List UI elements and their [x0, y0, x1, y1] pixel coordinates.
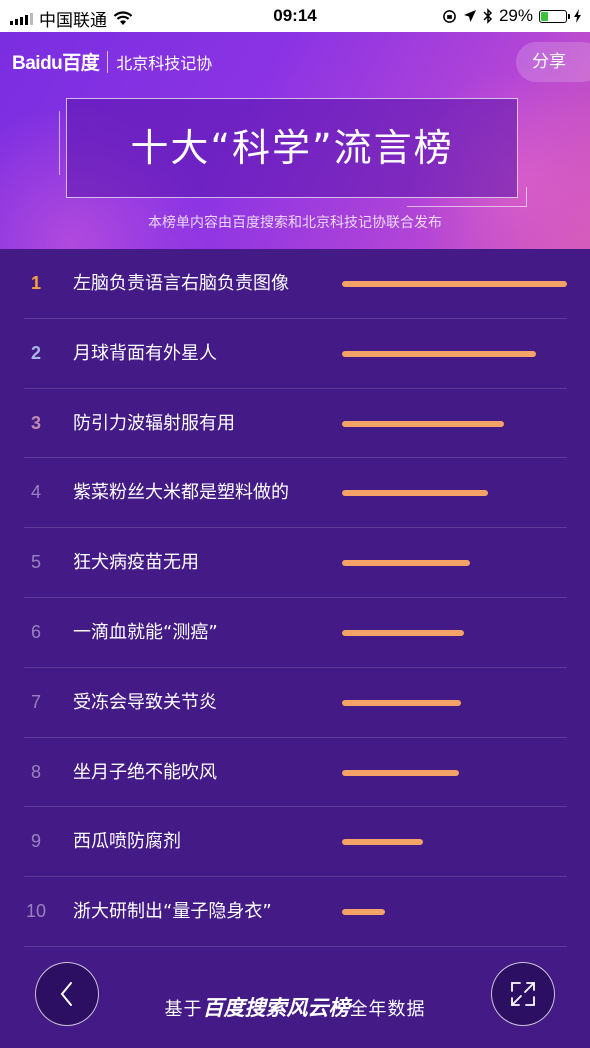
popularity-bar: [342, 281, 567, 287]
status-right: 29%: [442, 6, 582, 26]
popularity-bar: [342, 839, 423, 846]
rank-number: 2: [30, 342, 41, 363]
header-banner: Baidu百度 北京科技记协 分享 十大“科学”流言榜 本榜单内容由百度搜索和北…: [0, 32, 590, 249]
rumor-label: 西瓜喷防腐剂: [73, 831, 181, 853]
title-frame: 十大“科学”流言榜: [59, 98, 527, 207]
popularity-bar: [342, 699, 461, 706]
rank-number: 4: [30, 482, 41, 503]
popularity-bar: [342, 629, 464, 636]
baidu-logo: Baidu百度: [12, 53, 100, 74]
popularity-bar: [342, 909, 385, 916]
brand-divider: [107, 50, 109, 73]
rumor-label: 防引力波辐射服有用: [73, 412, 235, 434]
rank-number: 5: [30, 552, 41, 573]
list-item[interactable]: 3 防引力波辐射服有用: [24, 389, 567, 459]
rumor-label: 狂犬病疫苗无用: [73, 552, 199, 574]
list-item[interactable]: 1 左脑负责语言右脑负责图像: [24, 249, 567, 319]
frame-decoration: [59, 111, 67, 175]
list-item[interactable]: 7 受冻会导致关节炎: [24, 668, 567, 738]
rumor-label: 月球背面有外星人: [73, 342, 217, 364]
popularity-bar: [342, 560, 470, 567]
footer-suffix: 全年数据: [349, 999, 426, 1020]
bluetooth-icon: [483, 8, 493, 24]
rank-number: 3: [30, 412, 41, 433]
battery-percent: 29%: [498, 6, 533, 25]
rank-number: 10: [25, 901, 47, 922]
footer-prefix: 基于: [164, 999, 203, 1020]
rank-number: 7: [30, 691, 41, 712]
rumor-list: 1 左脑负责语言右脑负责图像 2 月球背面有外星人 3 防引力波辐射服有用 4 紫菜粉丝大米都…: [0, 249, 590, 947]
location-icon: [463, 10, 476, 22]
rumor-label: 受冻会导致关节炎: [73, 691, 217, 713]
list-item[interactable]: 10 浙大研制出“量子隐身衣”: [24, 877, 567, 947]
status-bar: 中国联通 09:14 29%: [0, 0, 590, 32]
page-subtitle: 本榜单内容由百度搜索和北京科技记协联合发布: [148, 215, 442, 231]
share-button[interactable]: 分享: [516, 42, 590, 82]
rank-number: 9: [30, 831, 41, 852]
rank-number: 8: [30, 761, 41, 782]
footer-brand: 百度搜索风云榜: [202, 996, 350, 1020]
rank-number: 1: [30, 273, 41, 293]
rank-number: 6: [30, 621, 41, 642]
list-item[interactable]: 6 一滴血就能“测癌”: [24, 598, 567, 668]
popularity-bar: [342, 769, 459, 776]
popularity-bar: [342, 420, 504, 427]
brand: Baidu百度 北京科技记协: [12, 48, 212, 75]
rumor-label: 紫菜粉丝大米都是塑料做的: [73, 482, 289, 504]
charging-icon: [574, 9, 581, 23]
rumor-label: 浙大研制出“量子隐身衣”: [73, 901, 272, 923]
page-title: 十大“科学”流言榜: [130, 126, 454, 170]
collapse-arrows-icon: [511, 982, 535, 1006]
rumor-label: 坐月子绝不能吹风: [73, 761, 217, 783]
battery-fill: [541, 11, 548, 21]
list-item[interactable]: 2 月球背面有外星人: [24, 319, 567, 389]
rumor-label: 左脑负责语言右脑负责图像: [73, 273, 289, 294]
footer: 基于百度搜索风云榜全年数据: [0, 948, 590, 1048]
list-item[interactable]: 4 紫菜粉丝大米都是塑料做的: [24, 458, 567, 529]
rotation-lock-icon: [443, 9, 456, 23]
collapse-button[interactable]: [491, 962, 555, 1026]
rumor-label: 一滴血就能“测癌”: [73, 621, 218, 643]
brand-org: 北京科技记协: [116, 53, 213, 73]
list-item[interactable]: 5 狂犬病疫苗无用: [24, 528, 567, 598]
popularity-bar: [342, 490, 488, 497]
battery-icon: [539, 9, 570, 23]
popularity-bar: [342, 350, 536, 357]
list-item[interactable]: 8 坐月子绝不能吹风: [24, 738, 567, 808]
list-item[interactable]: 9 西瓜喷防腐剂: [24, 807, 567, 878]
